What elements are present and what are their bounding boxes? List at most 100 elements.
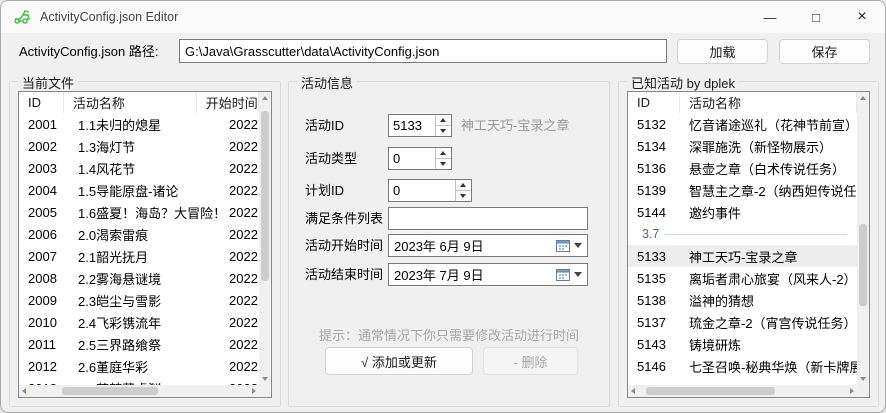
activity-row[interactable]: 5144邀约事件 — [628, 201, 857, 223]
activity-info-group-title: 活动信息 — [297, 73, 357, 92]
condition-list-input[interactable] — [388, 207, 588, 230]
chevron-down-icon[interactable] — [574, 243, 582, 248]
activity-row[interactable]: 20021.3海灯节2022 — [19, 135, 259, 157]
schedule-id-spinner[interactable] — [388, 179, 472, 202]
scrollbar-thumb[interactable] — [646, 387, 774, 395]
known-activities-rows: 5132忆音诸途巡礼（花神节前宣）5134深罪施洗（新怪物展示）5136悬壶之章… — [628, 113, 857, 397]
vertical-scrollbar[interactable] — [259, 92, 271, 385]
activity-row[interactable]: 20082.2雾海悬谜境2022 — [19, 267, 259, 289]
activity-row[interactable]: 20122.6堇庭华彩2022 — [19, 355, 259, 377]
column-header-name[interactable]: 活动名称 — [680, 92, 857, 113]
path-input[interactable] — [179, 39, 667, 63]
version-group-line — [665, 234, 847, 235]
spin-up-icon[interactable] — [436, 148, 451, 158]
delete-button[interactable]: - 删除 — [483, 347, 578, 375]
scroll-left-icon[interactable] — [22, 388, 26, 394]
activity-row[interactable]: 5143铸境研炼 — [628, 333, 857, 355]
activity-type-input[interactable] — [389, 148, 435, 169]
scrollbar-thumb[interactable] — [261, 111, 269, 281]
end-date-picker[interactable]: 2023年 7月 9日 — [388, 263, 588, 286]
activity-row[interactable]: 5134深罪施洗（新怪物展示） — [628, 135, 857, 157]
add-or-update-button[interactable]: √ 添加或更新 — [325, 347, 473, 375]
cell: 2022 — [220, 315, 259, 330]
activity-row[interactable]: 20072.1韶光抚月2022 — [19, 245, 259, 267]
close-button[interactable]: × — [839, 1, 885, 33]
cell: 1.5导能原盘-诸论 — [69, 181, 220, 200]
horizontal-scrollbar[interactable] — [19, 385, 259, 397]
scroll-right-icon[interactable] — [850, 388, 854, 394]
activity-row[interactable]: 5133神工天巧-宝录之章 — [628, 245, 857, 267]
scrollbar-thumb[interactable] — [859, 224, 867, 306]
activity-id-label: 活动ID — [305, 114, 344, 137]
cell: 2022 — [220, 205, 259, 220]
spin-down-icon[interactable] — [436, 125, 451, 136]
known-activities-list-header: ID 活动名称 — [628, 92, 857, 113]
activity-row[interactable]: 20051.6盛夏！海岛？大冒险！2022 — [19, 201, 259, 223]
activity-row[interactable]: 20062.0渴索雷痕2022 — [19, 223, 259, 245]
column-header-name[interactable]: 活动名称 — [64, 92, 197, 113]
activity-row[interactable]: 20031.4风花节2022 — [19, 157, 259, 179]
spin-down-icon[interactable] — [456, 190, 471, 201]
known-activities-group-title: 已知活动 by dplek — [627, 73, 739, 92]
version-group-label: 3.7 — [642, 227, 659, 241]
cell: 2010 — [19, 315, 69, 330]
save-button[interactable]: 保存 — [779, 39, 870, 64]
scroll-right-icon[interactable] — [252, 388, 256, 394]
current-file-group-title: 当前文件 — [18, 73, 78, 92]
activity-info-group: 活动信息 活动ID 神工天巧-宝录之章 活动类型 计划ID — [288, 81, 610, 407]
cell: 悬壶之章（白术传说任务） — [680, 159, 857, 178]
scroll-down-icon[interactable] — [860, 377, 866, 381]
column-header-id[interactable]: ID — [628, 92, 680, 113]
cell: 5139 — [628, 183, 680, 198]
activity-type-label: 活动类型 — [305, 147, 357, 170]
activity-row[interactable]: 5136悬壶之章（白术传说任务） — [628, 157, 857, 179]
cell: 2022 — [220, 227, 259, 242]
spin-up-icon[interactable] — [436, 115, 451, 125]
activity-row[interactable]: 5138溢神的猜想 — [628, 289, 857, 311]
vertical-scrollbar[interactable] — [857, 92, 869, 385]
activity-row[interactable]: 20092.3皑尘与雪影2022 — [19, 289, 259, 311]
cell: 七圣召唤-秘典华焕（新卡牌展示页 — [680, 357, 857, 376]
scroll-left-icon[interactable] — [631, 388, 635, 394]
chevron-down-icon[interactable] — [574, 272, 582, 277]
condition-list-label: 满足条件列表 — [305, 207, 383, 230]
activity-row[interactable]: 20041.5导能原盘-诸论2022 — [19, 179, 259, 201]
activity-row[interactable]: 5146七圣召唤-秘典华焕（新卡牌展示页 — [628, 355, 857, 377]
calendar-icon — [556, 268, 570, 281]
cell: 2012 — [19, 359, 69, 374]
cell: 离垢者肃心旅宴（风来人-2） — [680, 269, 857, 288]
cell: 2022 — [220, 183, 259, 198]
horizontal-scrollbar[interactable] — [628, 385, 857, 397]
schedule-id-input[interactable] — [389, 180, 455, 201]
end-date-value: 2023年 7月 9日 — [389, 265, 556, 284]
spin-down-icon[interactable] — [436, 158, 451, 169]
load-button[interactable]: 加载 — [677, 39, 768, 64]
spin-up-icon[interactable] — [456, 180, 471, 190]
scroll-down-icon[interactable] — [262, 377, 268, 381]
activity-id-input[interactable] — [389, 115, 435, 136]
start-date-picker[interactable]: 2023年 6月 9日 — [388, 234, 588, 257]
activity-row[interactable]: 20102.4飞彩镌流年2022 — [19, 311, 259, 333]
maximize-button[interactable]: □ — [793, 1, 839, 33]
activity-row[interactable]: 5135离垢者肃心旅宴（风来人-2） — [628, 267, 857, 289]
titlebar: ActivityConfig.json Editor — □ × — [1, 1, 885, 33]
scroll-up-icon[interactable] — [860, 96, 866, 100]
scrollbar-thumb[interactable] — [62, 387, 158, 395]
known-activities-group: 已知活动 by dplek ID 活动名称 5132忆音诸途巡礼（花神节前宣）5… — [618, 81, 879, 407]
minimize-button[interactable]: — — [747, 1, 793, 33]
activity-id-spinner[interactable] — [388, 114, 452, 137]
activity-row[interactable]: 20112.5三界路飨祭2022 — [19, 333, 259, 355]
cell: 2.5三界路飨祭 — [69, 335, 220, 354]
activity-row[interactable]: 5139智慧主之章-2（纳西妲传说任务） — [628, 179, 857, 201]
activity-row[interactable]: 5132忆音诸途巡礼（花神节前宣） — [628, 113, 857, 135]
scroll-up-icon[interactable] — [262, 96, 268, 100]
cell: 2001 — [19, 117, 69, 132]
column-header-start[interactable]: 开始时间 — [197, 92, 259, 113]
app-window: ActivityConfig.json Editor — □ × Activit… — [0, 0, 886, 413]
activity-row[interactable]: 20011.1未归的熄星2022 — [19, 113, 259, 135]
column-header-id[interactable]: ID — [19, 92, 64, 113]
schedule-id-label: 计划ID — [305, 179, 344, 202]
activity-row[interactable]: 5137琉金之章-2（宵宫传说任务） — [628, 311, 857, 333]
cell: 2.3皑尘与雪影 — [69, 291, 220, 310]
activity-type-spinner[interactable] — [388, 147, 452, 170]
